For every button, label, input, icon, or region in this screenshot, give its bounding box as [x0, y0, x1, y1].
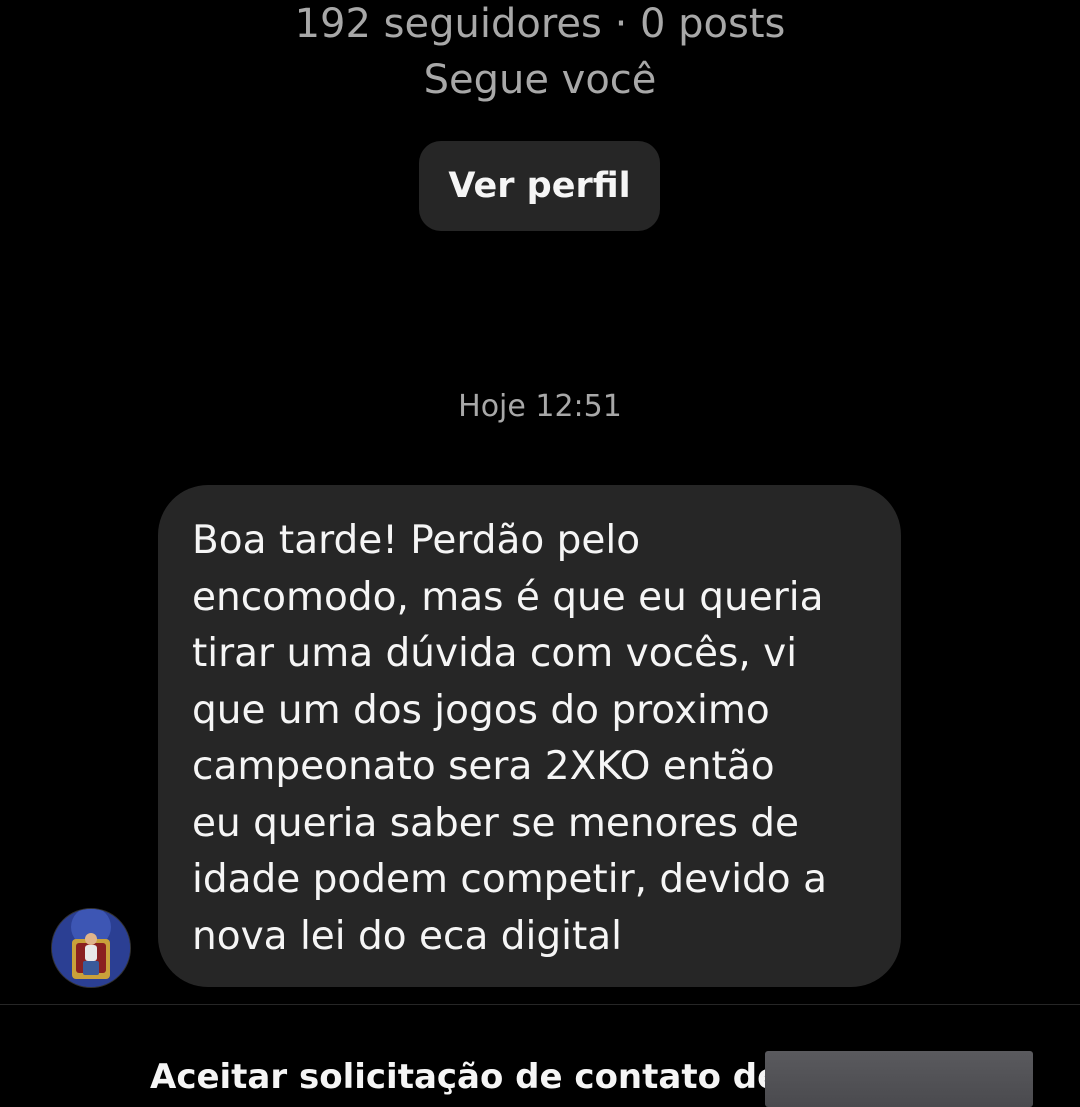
message-line: tirar uma dúvida com vocês, vi	[192, 631, 798, 676]
message-timestamp: Hoje 12:51	[458, 389, 622, 424]
message-bubble[interactable]: Boa tarde! Perdão pelo encomodo, mas é q…	[158, 485, 901, 987]
message-line: que um dos jogos do proximo	[192, 687, 770, 733]
message-line: Boa tarde! Perdão pelo	[192, 518, 641, 563]
avatar-photo-icon	[52, 909, 130, 987]
accept-request-text: Aceitar solicitação de contato de	[150, 1057, 781, 1097]
message-line: encomodo, mas é que eu queria	[192, 574, 824, 620]
cutoff-text-fragment	[300, 1101, 760, 1107]
message-row: Boa tarde! Perdão pelo encomodo, mas é q…	[0, 485, 1080, 988]
view-profile-button[interactable]: Ver perfil	[419, 141, 660, 231]
divider	[0, 1004, 1080, 1005]
message-line: campeonato sera 2XKO então	[192, 744, 775, 789]
redacted-name-block	[765, 1051, 1033, 1107]
message-line: nova lei do eca digital	[192, 913, 622, 959]
follows-you-label: Segue você	[423, 57, 657, 103]
avatar[interactable]	[51, 908, 131, 988]
profile-stats: 192 seguidores · 0 posts	[294, 1, 786, 47]
message-line: idade podem competir, devido a	[192, 857, 827, 902]
message-line: eu queria saber se menores de	[192, 800, 800, 846]
